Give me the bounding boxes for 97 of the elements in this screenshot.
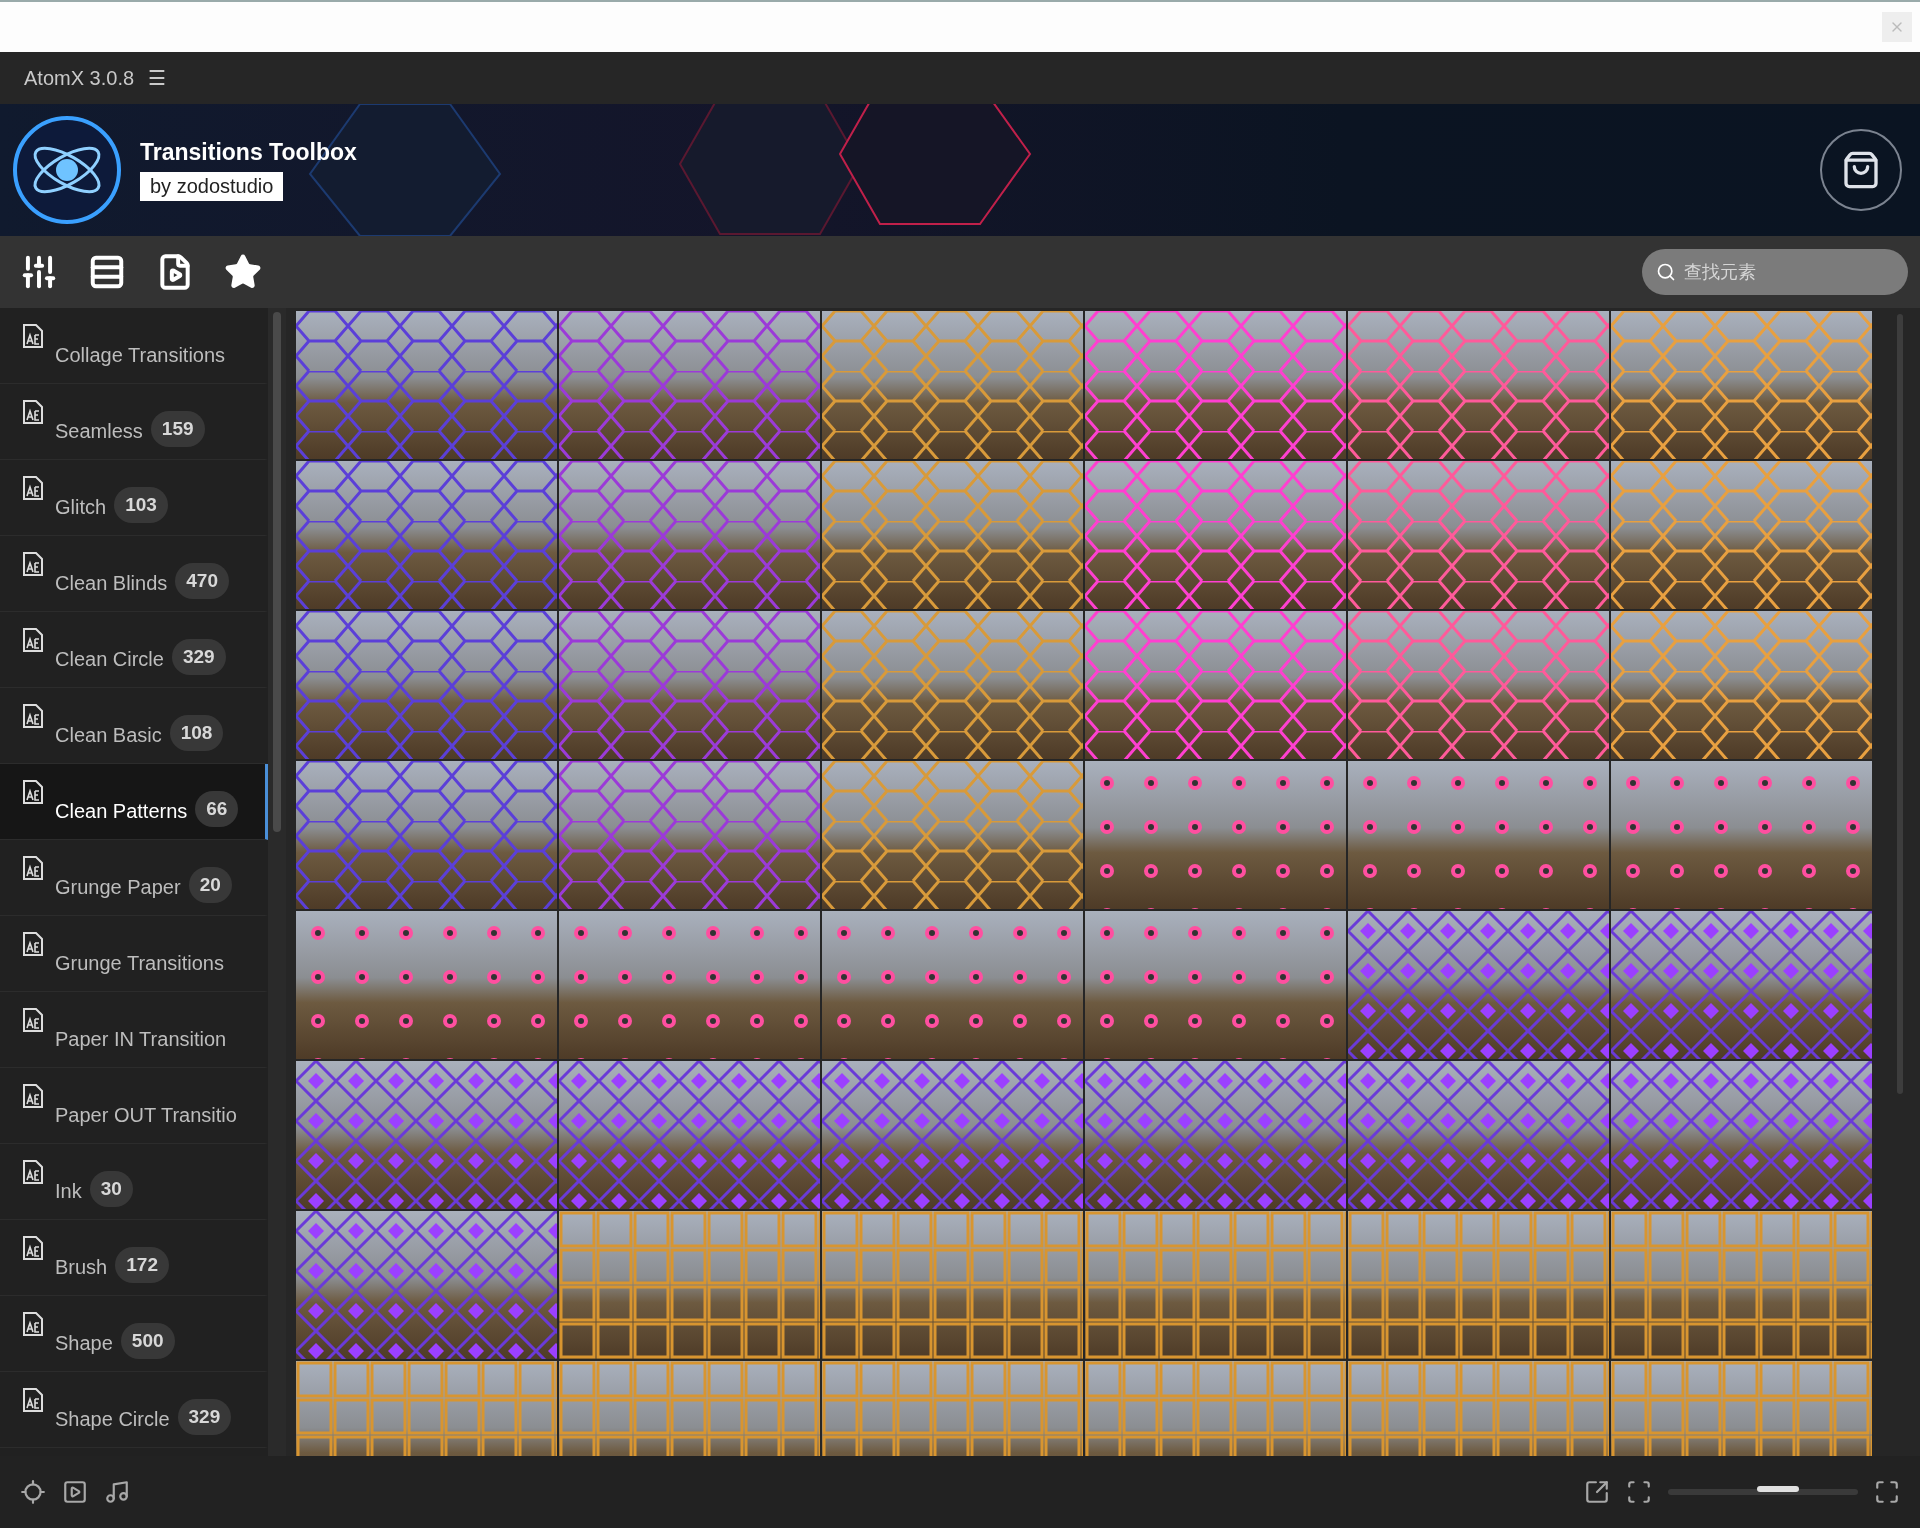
- menu-button[interactable]: ☰: [148, 66, 167, 90]
- thumbnail[interactable]: [822, 761, 1083, 909]
- count-badge: 329: [171, 639, 226, 675]
- thumbnail[interactable]: [822, 611, 1083, 759]
- thumbnail[interactable]: [1085, 611, 1346, 759]
- thumbnail[interactable]: [296, 461, 557, 609]
- thumbnail[interactable]: [1611, 1061, 1872, 1209]
- count-badge: 500: [120, 1323, 175, 1359]
- thumbnail[interactable]: [1348, 1061, 1609, 1209]
- thumbnail[interactable]: [822, 1061, 1083, 1209]
- banner-title: Transitions Toolbox: [140, 139, 357, 166]
- ae-file-icon: [22, 856, 44, 880]
- category-label: Shape Circle: [55, 1408, 170, 1431]
- thumbnail[interactable]: [1085, 1061, 1346, 1209]
- ae-file-icon: [22, 628, 44, 652]
- thumbnail[interactable]: [296, 761, 557, 909]
- scrollbar-thumb[interactable]: [273, 312, 281, 832]
- ae-file-icon: [22, 400, 44, 424]
- thumbnail[interactable]: [559, 461, 820, 609]
- thumbnail[interactable]: [1348, 911, 1609, 1059]
- thumbnail[interactable]: [1348, 611, 1609, 759]
- thumbnail[interactable]: [559, 761, 820, 909]
- shopping-bag-icon: [1841, 150, 1881, 190]
- thumbnail[interactable]: [559, 1061, 820, 1209]
- sliders-icon[interactable]: [20, 253, 58, 291]
- ae-file-icon: [22, 324, 44, 348]
- count-badge: 108: [169, 715, 224, 751]
- list-icon[interactable]: [88, 253, 126, 291]
- fullscreen-icon[interactable]: [1874, 1479, 1900, 1505]
- ae-file-icon: [22, 780, 44, 804]
- zoom-slider[interactable]: [1668, 1489, 1858, 1495]
- category-label: Clean Circle: [55, 648, 164, 671]
- category-label: Collage Transitions: [55, 344, 226, 367]
- count-badge: 20: [188, 867, 232, 903]
- search-field[interactable]: 查找元素: [1642, 249, 1908, 295]
- thumbnail[interactable]: [296, 311, 557, 459]
- thumbnail[interactable]: [296, 1061, 557, 1209]
- thumbnail[interactable]: [1611, 461, 1872, 609]
- thumbnail[interactable]: [559, 311, 820, 459]
- count-badge: 329: [177, 1399, 232, 1435]
- ae-file-icon: [22, 1160, 44, 1184]
- count-badge: 172: [115, 1247, 169, 1283]
- target-icon[interactable]: [20, 1479, 46, 1505]
- thumbnail[interactable]: [296, 611, 557, 759]
- ae-file-icon: [22, 704, 44, 728]
- thumbnail[interactable]: [559, 1211, 820, 1359]
- ae-file-icon: [22, 552, 44, 576]
- shop-button[interactable]: [1820, 129, 1902, 211]
- count-badge: 103: [114, 487, 168, 523]
- category-item[interactable]: Clean Patterns 66: [0, 764, 268, 840]
- count-badge: 66: [195, 791, 239, 827]
- slider-thumb[interactable]: [1757, 1486, 1800, 1492]
- ae-file-icon: [22, 1008, 44, 1032]
- count-badge: 470: [175, 563, 229, 599]
- app-title: AtomX 3.0.8: [24, 66, 135, 90]
- star-icon[interactable]: [224, 253, 262, 291]
- count-badge: 30: [89, 1171, 133, 1207]
- thumbnail[interactable]: [1348, 311, 1609, 459]
- ae-file-icon: [22, 1236, 44, 1260]
- thumbnail[interactable]: [822, 311, 1083, 459]
- ae-file-icon: [22, 1312, 44, 1336]
- category-label: Glitch: [55, 496, 107, 519]
- thumbnail[interactable]: [559, 611, 820, 759]
- thumbnail[interactable]: [1611, 311, 1872, 459]
- author-label: by zodostudio: [140, 172, 284, 201]
- count-badge: 159: [150, 411, 205, 447]
- category-label: Ink: [55, 1180, 82, 1203]
- category-label: Shape: [55, 1332, 113, 1355]
- category-label: Seamless: [55, 420, 143, 443]
- ae-file-icon: [22, 1084, 44, 1108]
- category-label: Paper IN Transition: [55, 1028, 227, 1051]
- ae-file-icon: [22, 932, 44, 956]
- play-icon[interactable]: [62, 1479, 88, 1505]
- ae-file-icon: [22, 1388, 44, 1412]
- external-link-icon[interactable]: [1584, 1479, 1610, 1505]
- search-icon: [1656, 262, 1676, 282]
- category-label: Clean Patterns: [55, 800, 188, 823]
- category-label: Paper OUT Transitio: [55, 1104, 237, 1127]
- thumbnail[interactable]: [1085, 461, 1346, 609]
- thumbnail[interactable]: [1611, 1211, 1872, 1359]
- category-label: Clean Blinds: [55, 572, 168, 595]
- thumbnail[interactable]: [296, 1211, 557, 1359]
- category-label: Grunge Paper: [55, 876, 181, 899]
- thumbnail[interactable]: [822, 461, 1083, 609]
- scan-icon[interactable]: [1626, 1479, 1652, 1505]
- thumbnail[interactable]: [1611, 611, 1872, 759]
- music-note-icon[interactable]: [104, 1479, 130, 1505]
- thumbnail[interactable]: [822, 1211, 1083, 1359]
- thumbnail[interactable]: [1085, 311, 1346, 459]
- category-label: Grunge Transitions: [55, 952, 224, 975]
- thumbnail[interactable]: [1348, 461, 1609, 609]
- thumbnail[interactable]: [1611, 911, 1872, 1059]
- ae-file-icon: [22, 476, 44, 500]
- thumbnail[interactable]: [1348, 1211, 1609, 1359]
- category-label: Brush: [55, 1256, 108, 1279]
- thumbnail[interactable]: [1085, 1211, 1346, 1359]
- category-label: Clean Basic: [55, 724, 162, 747]
